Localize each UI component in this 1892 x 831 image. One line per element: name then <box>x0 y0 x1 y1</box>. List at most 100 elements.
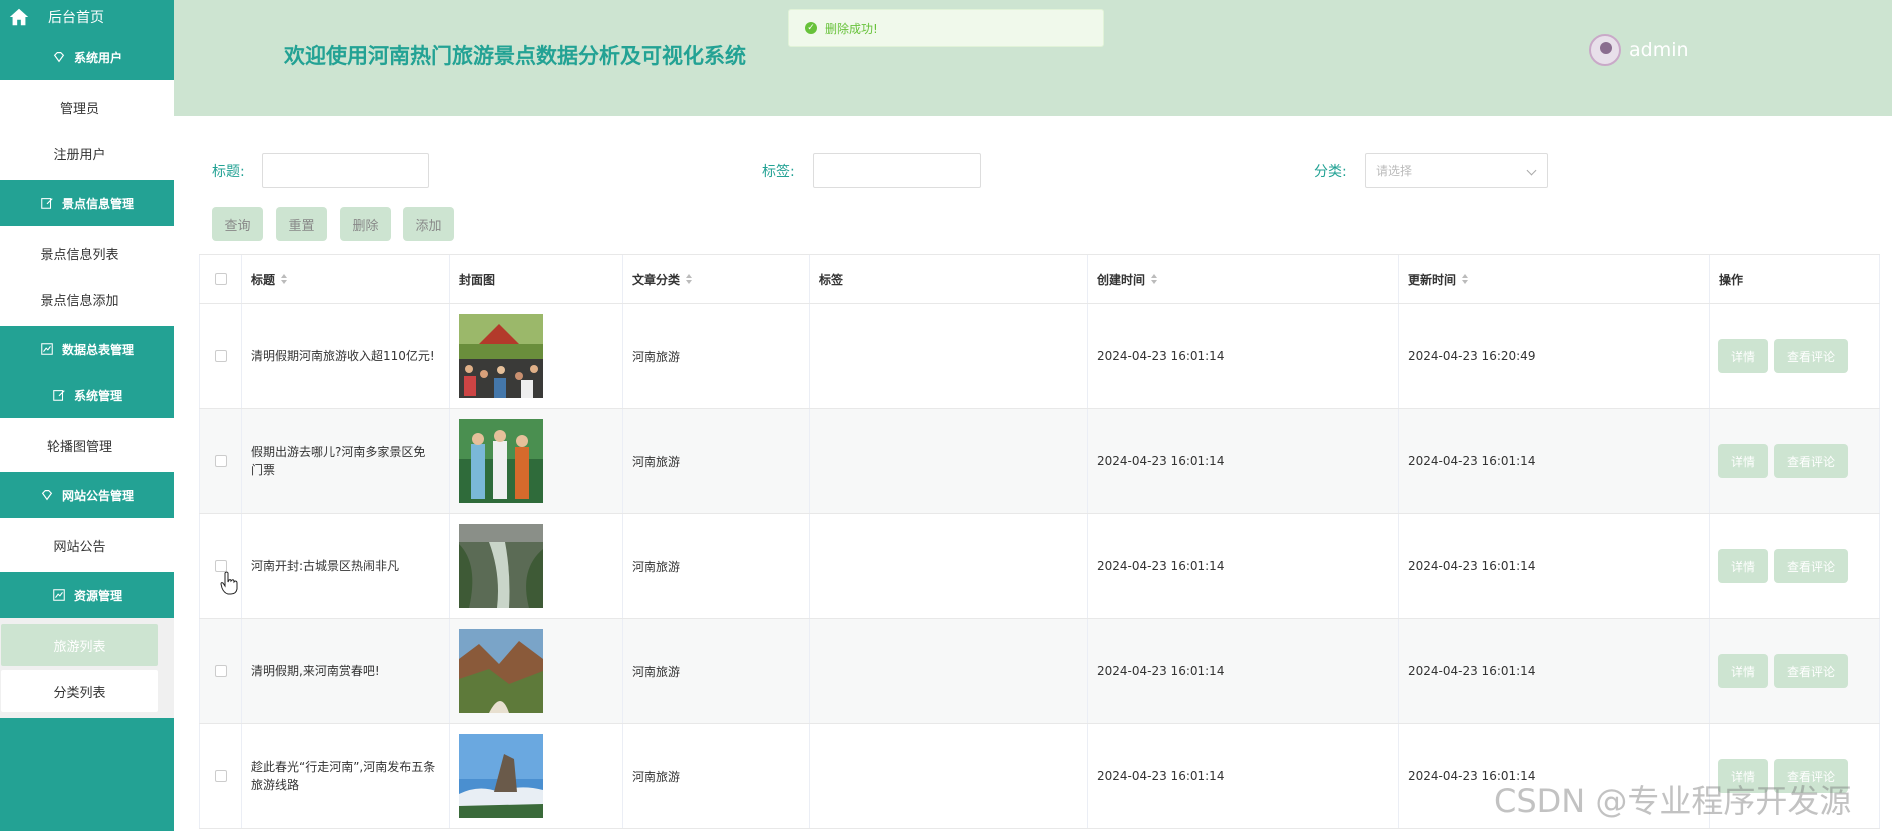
row-title: 假期出游去哪儿?河南多家景区免门票 <box>251 445 426 477</box>
cover-cell <box>450 409 623 513</box>
detail-button[interactable]: 详情 <box>1718 654 1768 688</box>
user-menu[interactable]: admin <box>1589 34 1689 66</box>
view-comments-button[interactable]: 查看评论 <box>1774 444 1848 478</box>
updated-cell: 2024-04-23 16:20:49 <box>1399 304 1710 408</box>
row-title: 河南开封:古城景区热闹非凡 <box>251 559 400 573</box>
view-comments-button[interactable]: 查看评论 <box>1774 339 1848 373</box>
category-cell: 河南旅游 <box>623 514 810 618</box>
sidebar-group-data-summary[interactable]: 数据总表管理 <box>0 326 174 372</box>
edit-icon <box>41 198 53 209</box>
header-created-label: 创建时间 <box>1097 272 1146 287</box>
cover-cell <box>450 304 623 408</box>
detail-button[interactable]: 详情 <box>1718 549 1768 583</box>
title-input[interactable] <box>262 153 429 188</box>
sidebar-item-notice[interactable]: 网站公告 <box>1 524 158 566</box>
row-checkbox[interactable] <box>214 770 227 782</box>
header-title[interactable]: 标题 <box>242 255 450 303</box>
row-checkbox-cell <box>199 304 242 408</box>
sidebar-group-label: 数据总表管理 <box>61 342 134 357</box>
cover-cell <box>450 724 623 828</box>
toast-message: 删除成功! <box>825 21 878 36</box>
view-comments-button[interactable]: 查看评论 <box>1774 549 1848 583</box>
updated-cell: 2024-04-23 16:01:14 <box>1399 409 1710 513</box>
title-cell: 假期出游去哪儿?河南多家景区免门票 <box>242 409 450 513</box>
row-checkbox[interactable] <box>214 455 227 467</box>
row-checkbox[interactable] <box>214 350 227 362</box>
actions-cell: 详情 查看评论 <box>1710 304 1880 408</box>
add-button[interactable]: 添加 <box>403 207 454 241</box>
select-all-checkbox[interactable] <box>214 273 227 285</box>
tag-cell <box>810 724 1088 828</box>
success-toast: ✓ 删除成功! <box>788 9 1104 47</box>
sidebar-item-registered-users[interactable]: 注册用户 <box>1 132 158 174</box>
cover-image <box>459 314 543 398</box>
category-select[interactable]: 请选择 <box>1365 153 1548 188</box>
detail-button[interactable]: 详情 <box>1718 339 1768 373</box>
tag-input[interactable] <box>813 153 981 188</box>
diamond-icon <box>53 52 65 63</box>
sort-icon[interactable] <box>281 274 288 284</box>
created-cell: 2024-04-23 16:01:14 <box>1088 304 1399 408</box>
sort-icon[interactable] <box>686 274 693 284</box>
reset-button[interactable]: 重置 <box>276 207 327 241</box>
tag-cell <box>810 619 1088 723</box>
sidebar-group-system-mgmt[interactable]: 系统管理 <box>0 372 174 418</box>
avatar <box>1589 34 1621 66</box>
sidebar-item-category-list[interactable]: 分类列表 <box>1 670 158 712</box>
header-cover: 封面图 <box>450 255 623 303</box>
header-tag-label: 标签 <box>819 272 844 287</box>
tag-label: 标签: <box>762 164 795 180</box>
sidebar-group-notice-mgmt[interactable]: 网站公告管理 <box>0 472 174 518</box>
delete-button[interactable]: 删除 <box>340 207 391 241</box>
sidebar-submenu: 轮播图管理 <box>0 418 174 472</box>
sidebar-group-resource-mgmt[interactable]: 资源管理 <box>0 572 174 618</box>
sidebar-group-label: 资源管理 <box>73 588 122 603</box>
sidebar-item-spot-list[interactable]: 景点信息列表 <box>1 232 158 274</box>
sort-icon[interactable] <box>1151 274 1158 284</box>
category-cell: 河南旅游 <box>623 409 810 513</box>
category-cell: 河南旅游 <box>623 619 810 723</box>
row-title: 趁此春光“行走河南”,河南发布五条旅游线路 <box>251 760 436 792</box>
header-category[interactable]: 文章分类 <box>623 255 810 303</box>
cover-image <box>459 734 543 818</box>
created-cell: 2024-04-23 16:01:14 <box>1088 619 1399 723</box>
row-checkbox-cell <box>199 514 242 618</box>
row-checkbox-cell <box>199 409 242 513</box>
diamond-icon <box>41 490 53 501</box>
view-comments-button[interactable]: 查看评论 <box>1774 654 1848 688</box>
sidebar-group-system-users[interactable]: 系统用户 <box>0 34 174 80</box>
header-updated-label: 更新时间 <box>1408 272 1457 287</box>
tag-cell <box>810 409 1088 513</box>
sidebar-submenu: 旅游列表 分类列表 <box>0 618 174 718</box>
username: admin <box>1629 39 1689 61</box>
header-created[interactable]: 创建时间 <box>1088 255 1399 303</box>
title-cell: 趁此春光“行走河南”,河南发布五条旅游线路 <box>242 724 450 828</box>
cover-image <box>459 524 543 608</box>
title-cell: 清明假期,来河南赏春吧! <box>242 619 450 723</box>
category-cell: 河南旅游 <box>623 724 810 828</box>
detail-button[interactable]: 详情 <box>1718 444 1768 478</box>
row-checkbox-cell <box>199 619 242 723</box>
home-icon <box>9 8 29 26</box>
sidebar-item-carousel[interactable]: 轮播图管理 <box>1 424 158 466</box>
sidebar-item-admin[interactable]: 管理员 <box>1 86 158 128</box>
actions-cell: 详情 查看评论 <box>1710 514 1880 618</box>
row-checkbox[interactable] <box>214 665 227 677</box>
sidebar-group-label: 系统用户 <box>73 50 122 65</box>
updated-cell: 2024-04-23 16:01:14 <box>1399 514 1710 618</box>
sidebar-item-travel-list[interactable]: 旅游列表 <box>1 624 158 666</box>
title-label: 标题: <box>212 164 245 180</box>
page-title: 欢迎使用河南热门旅游景点数据分析及可视化系统 <box>284 44 746 68</box>
sidebar-group-spot-info[interactable]: 景点信息管理 <box>0 180 174 226</box>
query-button[interactable]: 查询 <box>212 207 263 241</box>
header-updated[interactable]: 更新时间 <box>1399 255 1710 303</box>
cover-cell <box>450 619 623 723</box>
sidebar-home[interactable]: 后台首页 <box>0 0 174 34</box>
sidebar-item-spot-add[interactable]: 景点信息添加 <box>1 278 158 320</box>
sort-icon[interactable] <box>1462 274 1469 284</box>
header-cover-label: 封面图 <box>459 272 496 287</box>
header-category-label: 文章分类 <box>632 272 681 287</box>
table-row: 假期出游去哪儿?河南多家景区免门票 河南旅游 2024-04-23 16:01:… <box>199 409 1880 514</box>
title-cell: 清明假期河南旅游收入超110亿元! <box>242 304 450 408</box>
watermark: CSDN @专业程序开发源 <box>1494 782 1852 820</box>
